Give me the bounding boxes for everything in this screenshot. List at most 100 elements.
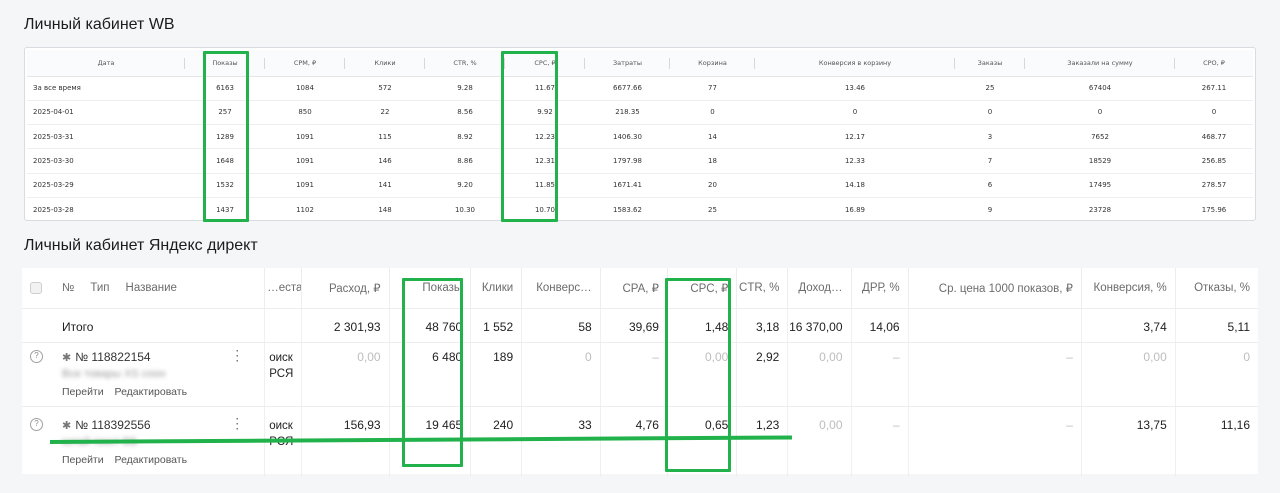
yd-cell: 14,06 <box>850 308 909 343</box>
yd-col-type[interactable]: Тип <box>90 282 109 294</box>
yd-col-bounce[interactable]: Отказы, % <box>1174 268 1258 309</box>
wb-cell: 146 <box>345 148 425 174</box>
wb-cell: 8.92 <box>425 124 505 150</box>
yd-cell: 2,92 <box>736 342 788 407</box>
campaign-cell: ? ✱ № 118822154 ⋮ Все товары XS соон Пере… <box>22 342 265 407</box>
yd-cell <box>907 308 1082 343</box>
yd-cell: 5,11 <box>1174 308 1258 343</box>
wb-cell: 1084 <box>265 76 345 101</box>
wb-cell: 7 <box>955 148 1025 174</box>
yd-col-drr[interactable]: ДРР, % <box>850 268 909 309</box>
wb-cell: 14 <box>670 124 755 150</box>
wb-cell: 0 <box>955 100 1025 126</box>
campaign-id[interactable]: ✱ № 118392556 <box>62 418 151 432</box>
wb-cell-date: За все время <box>27 76 185 101</box>
wb-cell: 468.77 <box>1175 124 1253 150</box>
wb-cell-date: 2025-03-30 <box>27 148 185 174</box>
yd-cell: 1 552 <box>470 308 522 343</box>
campaign-id[interactable]: ✱ № 118822154 <box>62 350 151 364</box>
yd-col-conversions[interactable]: Конверс… <box>521 268 601 309</box>
wb-cell: 0 <box>1025 100 1175 126</box>
go-link[interactable]: Перейти <box>62 454 104 466</box>
wb-cell: 20 <box>670 173 755 198</box>
yd-total-row: Итого 2 301,93 48 760 1 552 58 39,69 1,4… <box>22 308 1258 343</box>
wb-cell: 267.11 <box>1175 76 1253 101</box>
yd-cell: 240 <box>470 406 522 477</box>
wb-cell: 14.18 <box>755 173 955 198</box>
yd-cell: 16 370,00 <box>787 308 852 343</box>
wb-col-cart-conversion[interactable]: Конверсия в корзину <box>755 50 955 77</box>
yd-stats-table: № Тип Название …еста Расход, ₽ Показы Кл… <box>22 268 1258 477</box>
wb-cell: 16.89 <box>844 205 866 214</box>
yd-col-revenue[interactable]: Доход… <box>787 268 852 309</box>
yd-cell: 189 <box>470 342 522 407</box>
yd-cell: 0 <box>521 342 601 407</box>
question-circle-icon[interactable]: ? <box>30 418 43 431</box>
wb-col-orders[interactable]: Заказы <box>955 50 1025 77</box>
wb-cell: 9.20 <box>425 173 505 198</box>
yd-cell: – <box>907 342 1082 407</box>
campaign-name[interactable]: Все товары XS соон <box>62 368 166 380</box>
wb-cell: 22 <box>345 100 425 126</box>
wb-col-order-sum[interactable]: Заказали на сумму <box>1025 50 1175 77</box>
wb-cell-date: 2025-04-01 <box>27 100 185 126</box>
wb-col-cart[interactable]: Корзина <box>670 50 755 77</box>
yd-col-cpa[interactable]: CPA, ₽ <box>599 268 668 309</box>
table-row: ? ✱ № 118822154 ⋮ Все товары XS соон Пере… <box>22 342 1258 407</box>
yd-cell: 39,69 <box>599 308 668 343</box>
vertical-dots-icon[interactable]: ⋮ <box>230 348 244 362</box>
yd-col-clicks[interactable]: Клики <box>470 268 522 309</box>
vertical-dots-icon[interactable]: ⋮ <box>230 416 244 430</box>
highlight-wb-cpc <box>501 51 558 222</box>
wb-cell: 0 <box>1175 100 1253 126</box>
wb-cell: 18 <box>670 148 755 174</box>
wb-cell: 175.96 <box>1201 205 1227 214</box>
wb-col-spend[interactable]: Затраты <box>585 50 670 77</box>
yd-cell: 4,76 <box>599 406 668 477</box>
wb-cell: 77 <box>670 76 755 101</box>
placement-cell: оискРСЯ <box>264 342 302 407</box>
yd-col-ctr[interactable]: CTR, % <box>736 268 788 309</box>
yd-col-cpm[interactable]: Ср. цена 1000 показов, ₽ <box>907 268 1082 309</box>
edit-link[interactable]: Редактировать <box>115 454 188 466</box>
wb-col-cpo[interactable]: CPO, ₽ <box>1175 50 1253 77</box>
wb-cell: 12.33 <box>755 148 955 174</box>
wb-col-clicks[interactable]: Клики <box>345 50 425 77</box>
question-circle-icon[interactable]: ? <box>30 350 43 363</box>
wb-cell: 218.35 <box>585 100 670 126</box>
wb-cell: 7652 <box>1025 124 1175 150</box>
wb-cell: 17495 <box>1025 173 1175 198</box>
yd-cell: 13,75 <box>1080 406 1176 477</box>
select-all-checkbox[interactable] <box>30 282 42 294</box>
screenshot: Личный кабинет WB Дата Показы CPM, ₽ Кли… <box>0 0 1280 493</box>
yd-cell: – <box>850 406 909 477</box>
wb-cell: 0 <box>670 100 755 126</box>
wb-cell: 1091 <box>265 124 345 150</box>
wb-cell: 141 <box>345 173 425 198</box>
wb-cell: 1102 <box>296 205 314 214</box>
yd-cell: 0 <box>1174 342 1258 407</box>
wb-cell: 1406.30 <box>585 124 670 150</box>
yd-cell: 58 <box>521 308 601 343</box>
yd-col-placement[interactable]: …еста <box>264 268 302 309</box>
yd-cell: 0,00 <box>787 342 852 407</box>
go-link[interactable]: Перейти <box>62 386 104 398</box>
wb-col-ctr[interactable]: CTR, % <box>425 50 505 77</box>
wb-cell: 25 <box>955 76 1025 101</box>
yd-stats-table-container: № Тип Название …еста Расход, ₽ Показы Кл… <box>22 268 1258 477</box>
wb-cell: 6677.66 <box>585 76 670 101</box>
yd-cell: 0,00 <box>787 406 852 477</box>
yd-col-name[interactable]: Название <box>126 282 177 294</box>
wb-cell: 8.56 <box>425 100 505 126</box>
wb-cell-date: 2025-03-29 <box>27 173 185 198</box>
yd-section-title: Личный кабинет Яндекс директ <box>24 237 258 254</box>
yd-col-conversion-rate[interactable]: Конверсия, % <box>1080 268 1176 309</box>
edit-link[interactable]: Редактировать <box>115 386 188 398</box>
yd-col-num[interactable]: № <box>62 282 74 294</box>
wb-cell: 1671.41 <box>585 173 670 198</box>
yd-col-spend[interactable]: Расход, ₽ <box>300 268 390 309</box>
strategy-icon: ✱ <box>62 352 72 364</box>
yd-cell: 3,74 <box>1080 308 1176 343</box>
wb-col-date[interactable]: Дата <box>27 50 185 77</box>
wb-col-cpm[interactable]: CPM, ₽ <box>265 50 345 77</box>
